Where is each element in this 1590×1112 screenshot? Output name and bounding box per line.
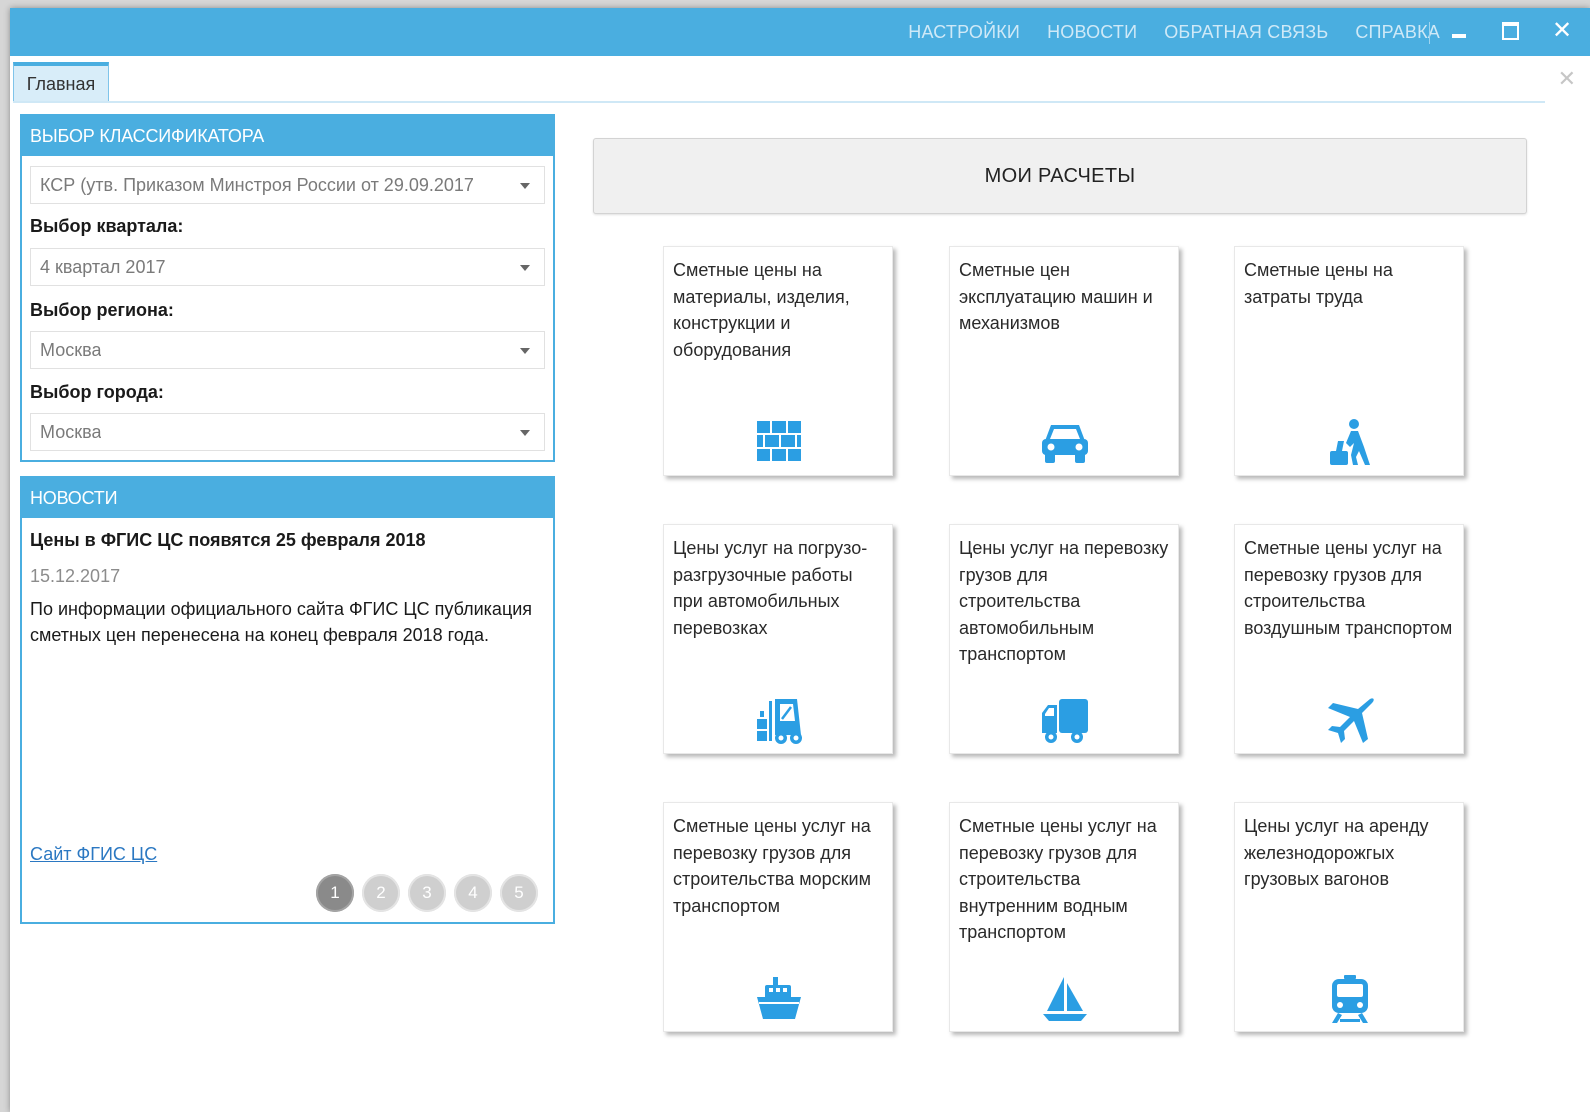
pager-dot-4[interactable]: 4 <box>454 874 492 912</box>
tab-bar: Главная ✕ <box>10 56 1590 103</box>
chevron-down-icon <box>520 430 530 436</box>
news-date: 15.12.2017 <box>30 566 121 586</box>
tile-loading[interactable]: Цены услуг на погрузо-разгрузочные работ… <box>663 524 893 754</box>
fgis-site-link[interactable]: Сайт ФГИС ЦС <box>30 844 157 865</box>
region-select-value: Москва <box>40 339 102 360</box>
minimize-icon[interactable] <box>1448 20 1470 42</box>
tile-sea-transport[interactable]: Сметные цены услуг на перевозку грузов д… <box>663 802 893 1032</box>
tile-label: Цены услуг на погрузо-разгрузочные работ… <box>673 538 868 638</box>
nav-settings[interactable]: НАСТРОЙКИ <box>908 22 1020 43</box>
pager-dot-2[interactable]: 2 <box>362 874 400 912</box>
tile-rail-wagons[interactable]: Цены услуг на аренду железнодорожгых гру… <box>1234 802 1464 1032</box>
quarter-select-value: 4 квартал 2017 <box>40 256 166 277</box>
my-calculations-button[interactable]: МОИ РАСЧЕТЫ <box>593 138 1527 214</box>
classifier-select-value: КСР (утв. Приказом Минстроя России от 29… <box>40 174 474 195</box>
tile-machines[interactable]: Сметные цен эксплуатацию машин и механиз… <box>949 246 1179 476</box>
forklift-icon <box>753 695 805 747</box>
tile-label: Цены услуг на перевозку грузов для строи… <box>959 538 1169 664</box>
top-nav: НАСТРОЙКИ НОВОСТИ ОБРАТНАЯ СВЯЗЬ СПРАВКА <box>881 8 1440 56</box>
classifier-heading: ВЫБОР КЛАССИФИКАТОРА <box>22 116 553 156</box>
region-select[interactable]: Москва <box>30 331 545 369</box>
chevron-down-icon <box>520 265 530 271</box>
tile-label: Цены услуг на аренду железнодорожгых гру… <box>1244 816 1429 889</box>
train-icon <box>1324 973 1376 1025</box>
quarter-label: Выбор квартала: <box>30 216 184 236</box>
city-label: Выбор города: <box>30 382 164 402</box>
nav-divider <box>1429 22 1430 44</box>
region-label: Выбор региона: <box>30 300 174 320</box>
pager-dot-1[interactable]: 1 <box>316 874 354 912</box>
tile-road-transport[interactable]: Цены услуг на перевозку грузов для строи… <box>949 524 1179 754</box>
pager-dot-5[interactable]: 5 <box>500 874 538 912</box>
nav-help[interactable]: СПРАВКА <box>1355 22 1440 43</box>
city-select-value: Москва <box>40 421 102 442</box>
title-bar: НАСТРОЙКИ НОВОСТИ ОБРАТНАЯ СВЯЗЬ СПРАВКА… <box>10 8 1590 56</box>
bricks-icon <box>753 417 805 469</box>
tile-label: Сметные цены на затраты труда <box>1244 260 1393 307</box>
chevron-down-icon <box>520 183 530 189</box>
tile-label: Сметные цены услуг на перевозку грузов д… <box>673 816 871 916</box>
truck-icon <box>1039 695 1091 747</box>
app-window: НАСТРОЙКИ НОВОСТИ ОБРАТНАЯ СВЯЗЬ СПРАВКА… <box>10 8 1590 1112</box>
classifier-select[interactable]: КСР (утв. Приказом Минстроя России от 29… <box>30 166 545 204</box>
maximize-icon[interactable] <box>1499 20 1521 42</box>
tile-materials[interactable]: Сметные цены на материалы, изделия, конс… <box>663 246 893 476</box>
tile-air-transport[interactable]: Сметные цены услуг на перевозку грузов д… <box>1234 524 1464 754</box>
tile-label: Сметные цены на материалы, изделия, конс… <box>673 260 850 360</box>
tile-label: Сметные цены услуг на перевозку грузов д… <box>959 816 1157 942</box>
classifier-panel: ВЫБОР КЛАССИФИКАТОРА КСР (утв. Приказом … <box>20 114 555 462</box>
tile-river-transport[interactable]: Сметные цены услуг на перевозку грузов д… <box>949 802 1179 1032</box>
tile-label: Сметные цен эксплуатацию машин и механиз… <box>959 260 1153 333</box>
nav-news[interactable]: НОВОСТИ <box>1047 22 1137 43</box>
chevron-down-icon <box>520 348 530 354</box>
city-select[interactable]: Москва <box>30 413 545 451</box>
worker-icon <box>1324 417 1376 469</box>
tab-home[interactable]: Главная <box>13 62 109 102</box>
ship-icon <box>753 973 805 1025</box>
tab-underline <box>13 101 1545 103</box>
news-body: По информации официального сайта ФГИС ЦС… <box>30 599 533 645</box>
news-title: Цены в ФГИС ЦС появятся 25 февраля 2018 <box>30 530 426 550</box>
tile-labor[interactable]: Сметные цены на затраты труда <box>1234 246 1464 476</box>
car-icon <box>1039 417 1091 469</box>
tile-label: Сметные цены услуг на перевозку грузов д… <box>1244 538 1453 638</box>
nav-feedback[interactable]: ОБРАТНАЯ СВЯЗЬ <box>1164 22 1328 43</box>
tab-close-icon[interactable]: ✕ <box>1558 66 1576 92</box>
news-panel: НОВОСТИ Цены в ФГИС ЦС появятся 25 февра… <box>20 476 555 924</box>
sailboat-icon <box>1039 973 1091 1025</box>
airplane-icon <box>1324 695 1376 747</box>
close-icon[interactable]: ✕ <box>1551 19 1573 43</box>
news-heading: НОВОСТИ <box>22 478 553 518</box>
pager-dot-3[interactable]: 3 <box>408 874 446 912</box>
news-pager: 1 2 3 4 5 <box>316 874 546 912</box>
quarter-select[interactable]: 4 квартал 2017 <box>30 248 545 286</box>
